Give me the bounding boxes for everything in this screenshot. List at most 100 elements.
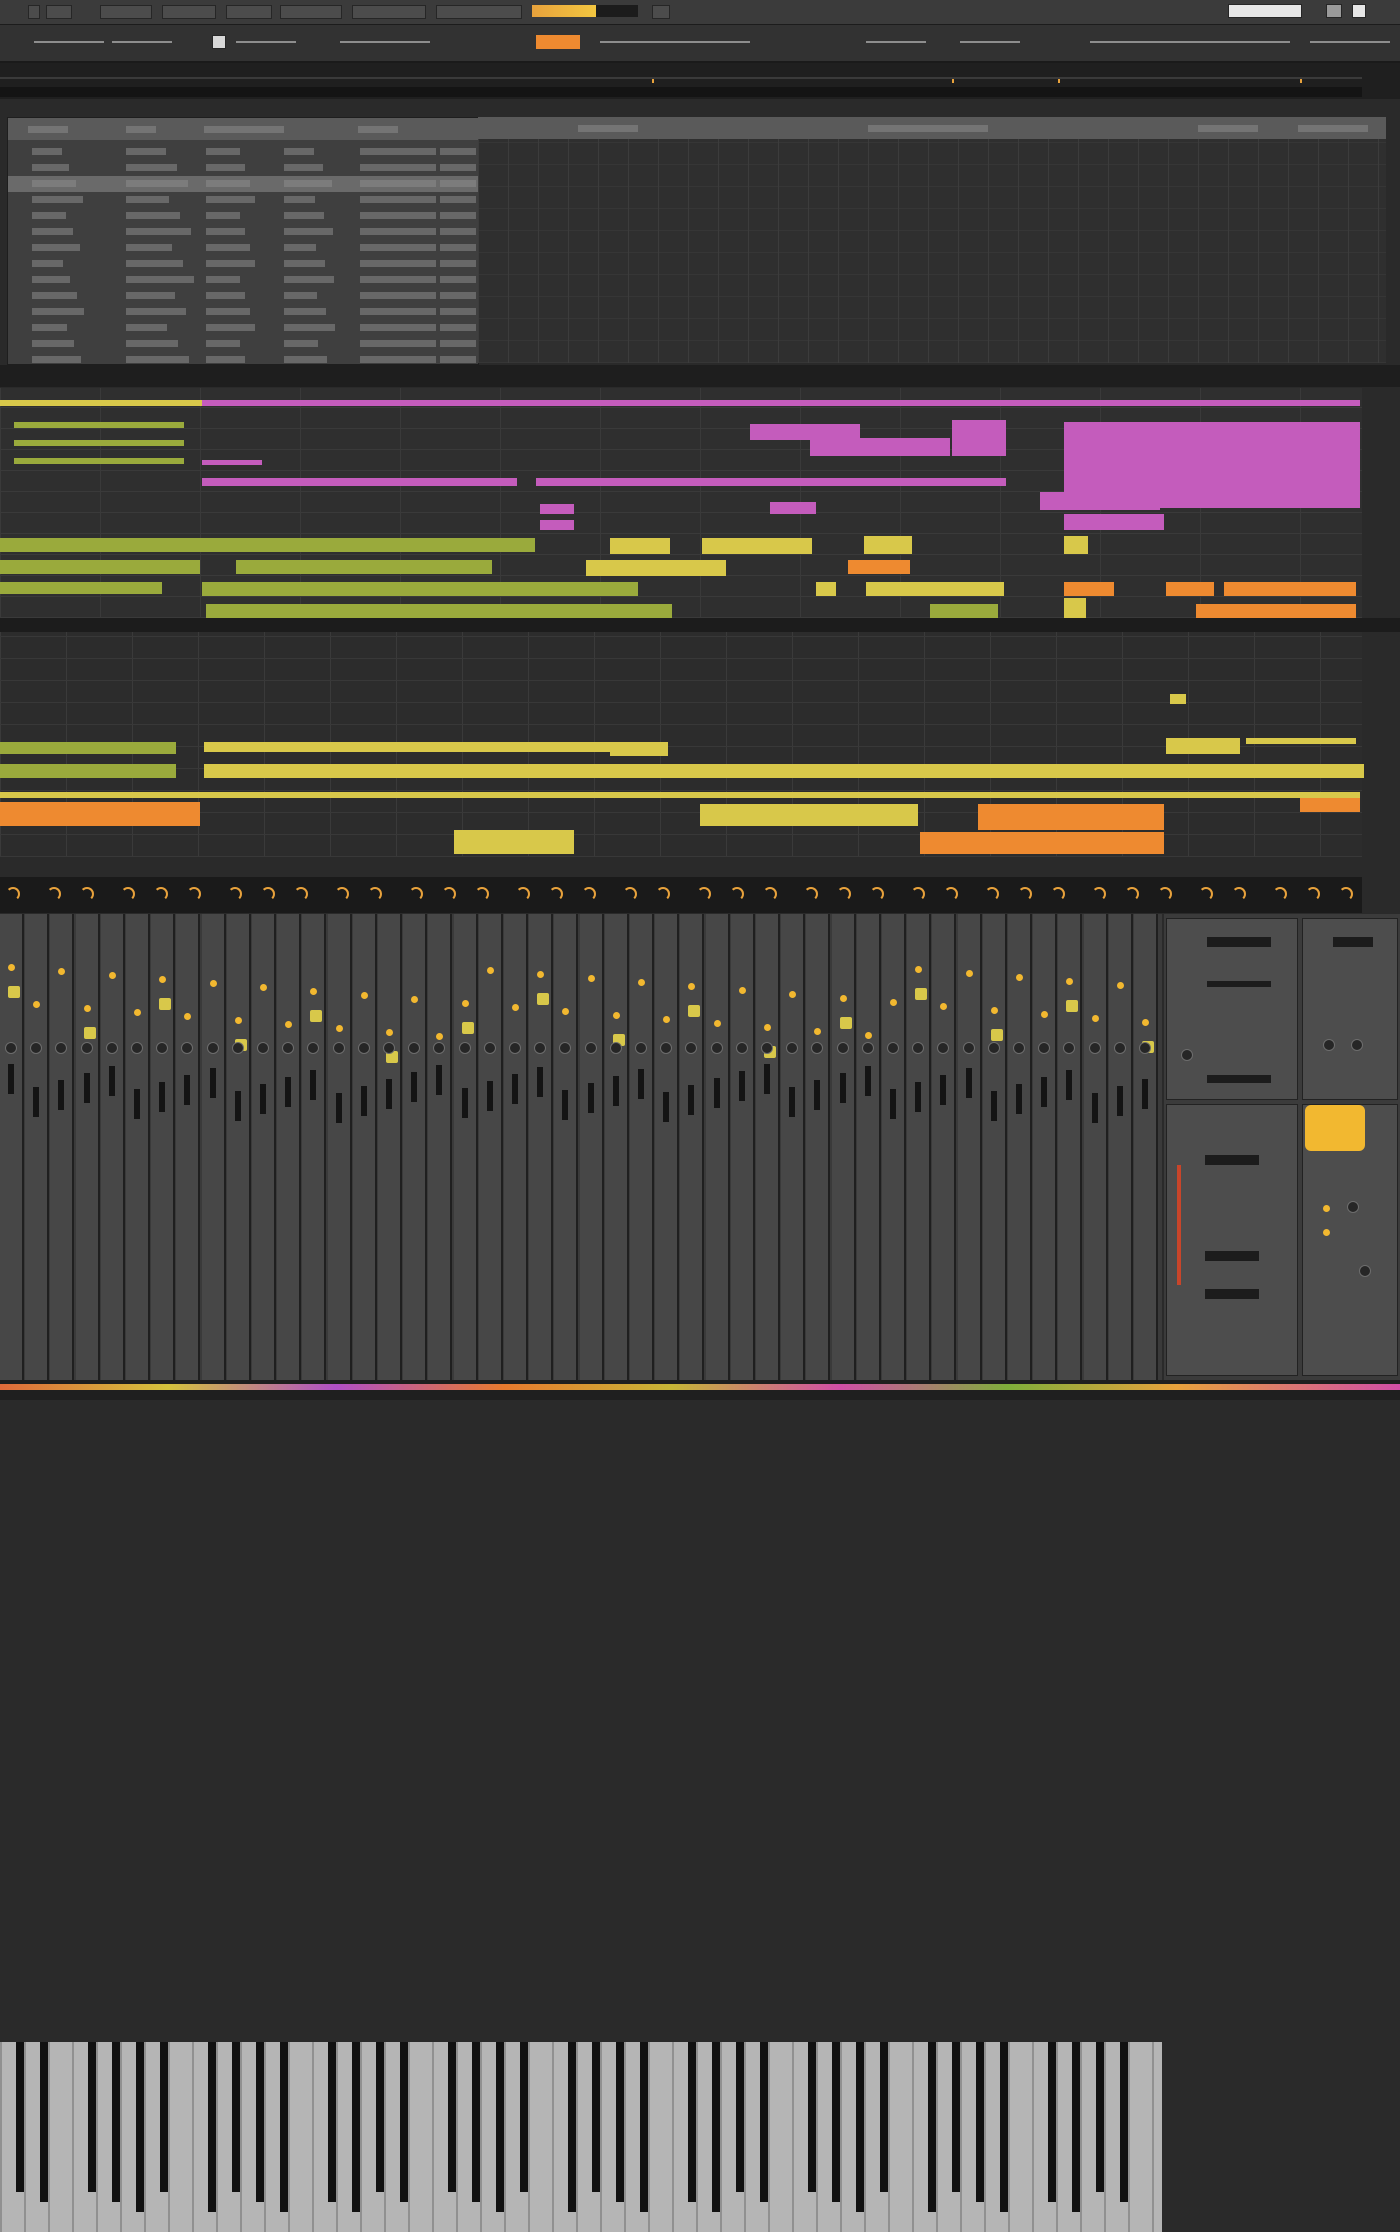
send-knob[interactable] xyxy=(368,887,382,901)
mixer-channel[interactable] xyxy=(705,914,730,1380)
pan-knob[interactable] xyxy=(987,1042,1000,1054)
black-key[interactable] xyxy=(256,2042,264,2202)
pan-knob[interactable] xyxy=(307,1042,320,1054)
volume-fader[interactable] xyxy=(688,1085,695,1115)
pan-knob[interactable] xyxy=(937,1042,950,1054)
send-knob[interactable] xyxy=(697,887,711,901)
black-key[interactable] xyxy=(712,2042,720,2212)
clip[interactable] xyxy=(1064,514,1164,530)
mixer-channel[interactable] xyxy=(579,914,604,1380)
clip[interactable] xyxy=(930,604,998,618)
clip[interactable] xyxy=(816,582,836,596)
tempo-field[interactable] xyxy=(280,5,342,19)
pan-knob[interactable] xyxy=(735,1042,748,1054)
black-key[interactable] xyxy=(520,2042,528,2192)
mixer-channel[interactable] xyxy=(680,914,705,1380)
mixer-channel[interactable] xyxy=(1058,914,1083,1380)
pan-knob[interactable] xyxy=(1088,1042,1101,1054)
volume-fader[interactable] xyxy=(814,1080,821,1110)
black-key[interactable] xyxy=(760,2042,768,2202)
time-signature-field[interactable] xyxy=(352,5,426,19)
mixer-channel[interactable] xyxy=(554,914,579,1380)
clip[interactable] xyxy=(0,560,200,574)
browser-column-header[interactable] xyxy=(126,126,156,133)
volume-fader[interactable] xyxy=(234,1091,241,1121)
browser-row[interactable] xyxy=(8,288,478,304)
black-key[interactable] xyxy=(280,2042,288,2212)
timeline-ruler[interactable] xyxy=(0,63,1400,99)
pan-knob[interactable] xyxy=(5,1042,17,1054)
browser-column-header[interactable] xyxy=(28,126,68,133)
volume-fader[interactable] xyxy=(461,1088,468,1118)
toolbar-field-5[interactable] xyxy=(600,41,750,43)
volume-fader[interactable] xyxy=(965,1068,972,1098)
clip[interactable] xyxy=(202,582,638,596)
black-key[interactable] xyxy=(1000,2042,1008,2212)
browser-row[interactable] xyxy=(8,336,478,352)
send-knob[interactable] xyxy=(763,887,777,901)
mixer-channel[interactable] xyxy=(176,914,201,1380)
clip[interactable] xyxy=(14,422,184,428)
pan-knob[interactable] xyxy=(257,1042,269,1054)
volume-fader[interactable] xyxy=(915,1082,922,1112)
send-knob[interactable] xyxy=(1051,887,1065,901)
clip[interactable] xyxy=(770,502,816,514)
mixer-channel[interactable] xyxy=(604,914,629,1380)
browser-column-header[interactable] xyxy=(204,126,284,133)
volume-fader[interactable] xyxy=(209,1068,216,1098)
mixer-channel[interactable] xyxy=(529,914,554,1380)
volume-fader[interactable] xyxy=(486,1081,493,1111)
pan-knob[interactable] xyxy=(55,1042,68,1054)
browser-row[interactable] xyxy=(8,224,478,240)
send-knob[interactable] xyxy=(911,887,925,901)
search-input[interactable] xyxy=(1228,4,1302,18)
mixer-channel[interactable] xyxy=(1134,914,1158,1380)
mixer-channel[interactable] xyxy=(907,914,932,1380)
volume-fader[interactable] xyxy=(713,1078,720,1108)
pan-knob[interactable] xyxy=(761,1042,773,1054)
clip[interactable] xyxy=(978,804,1164,830)
mixer-channel[interactable] xyxy=(277,914,302,1380)
clip[interactable] xyxy=(920,832,1164,854)
clip[interactable] xyxy=(454,830,574,854)
mixer-channel[interactable] xyxy=(756,914,780,1380)
send-knob[interactable] xyxy=(6,887,20,901)
mixer-channel[interactable] xyxy=(100,914,125,1380)
browser-row[interactable] xyxy=(8,176,478,192)
clip[interactable] xyxy=(0,538,535,552)
black-key[interactable] xyxy=(592,2042,600,2192)
volume-fader[interactable] xyxy=(436,1065,443,1095)
browser-row[interactable] xyxy=(8,144,478,160)
send-knob[interactable] xyxy=(335,887,349,901)
black-key[interactable] xyxy=(1072,2042,1080,2212)
mixer-channel[interactable] xyxy=(655,914,680,1380)
mixer-channel[interactable] xyxy=(781,914,806,1380)
browser-row[interactable] xyxy=(8,208,478,224)
pan-knob[interactable] xyxy=(206,1042,219,1054)
volume-fader[interactable] xyxy=(638,1069,644,1099)
clip[interactable] xyxy=(866,582,1004,596)
send-knob[interactable] xyxy=(409,887,423,901)
send-knob[interactable] xyxy=(1199,887,1213,901)
mixer-channel[interactable] xyxy=(504,914,528,1380)
toolbar-field-4[interactable] xyxy=(340,41,430,43)
black-key[interactable] xyxy=(160,2042,168,2192)
close-icon[interactable] xyxy=(1352,4,1366,18)
mixer-channel[interactable] xyxy=(75,914,100,1380)
clip[interactable] xyxy=(204,742,610,752)
device-knob[interactable] xyxy=(1181,1049,1193,1061)
mixer-channel[interactable] xyxy=(453,914,478,1380)
clip[interactable] xyxy=(14,440,184,446)
clip[interactable] xyxy=(702,538,812,554)
device-panel-1[interactable] xyxy=(1166,918,1298,1100)
send-knob[interactable] xyxy=(121,887,135,901)
clip-grid[interactable] xyxy=(478,117,1386,363)
pan-knob[interactable] xyxy=(609,1042,622,1054)
clip[interactable] xyxy=(810,438,950,456)
volume-fader[interactable] xyxy=(612,1076,619,1106)
mixer-channel[interactable] xyxy=(302,914,327,1380)
clip[interactable] xyxy=(0,802,200,826)
volume-fader[interactable] xyxy=(789,1087,796,1117)
black-key[interactable] xyxy=(640,2042,648,2212)
edit-menu-button[interactable] xyxy=(100,5,152,19)
